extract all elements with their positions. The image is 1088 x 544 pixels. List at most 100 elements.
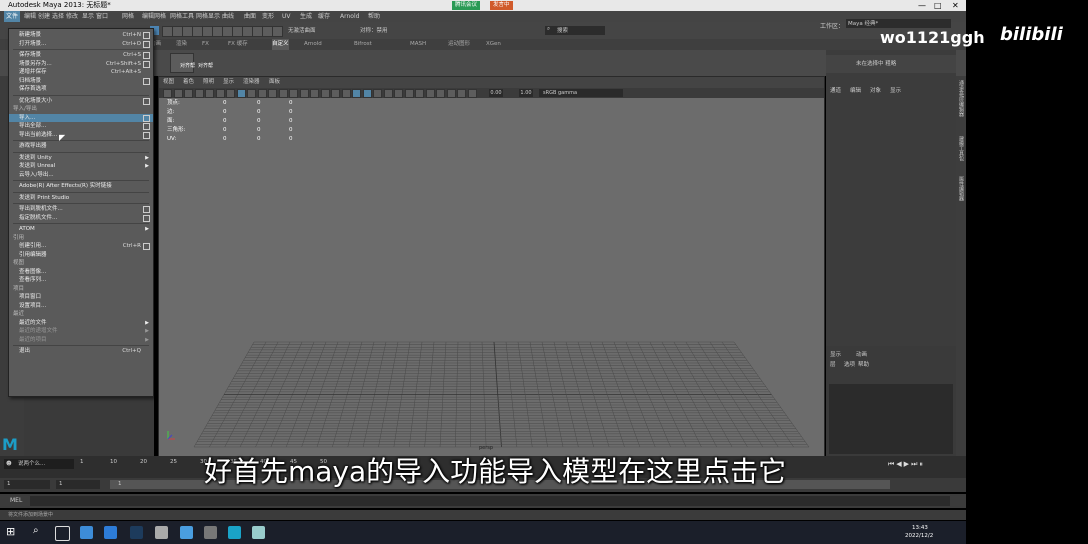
viewport-tool-icon[interactable] [205,89,214,98]
channel-tab-2[interactable]: 对象 [870,86,881,96]
viewport-tool-icon[interactable] [467,89,477,98]
channel-tab-3[interactable]: 显示 [890,86,901,96]
file-menu-item[interactable]: 保存场景 Ctrl+S [9,51,153,59]
taskbar-app-icon-5[interactable] [204,526,217,539]
viewport-tool-icon[interactable] [247,89,256,98]
viewport-tool-icon[interactable] [425,89,435,98]
layer-menu-1[interactable]: 选项 [844,360,855,368]
menu-4[interactable]: 修改 [66,11,78,22]
viewport-menu-3[interactable]: 显示 [223,77,234,88]
viewport-menu-5[interactable]: 面板 [269,77,280,88]
file-menu-item[interactable]: 设置项目... [9,302,153,310]
viewport-tool-icon[interactable] [173,89,183,98]
file-menu-item[interactable]: 查看图像... [9,268,153,276]
colorspace-dropdown[interactable]: sRGB gamma [539,89,623,97]
file-menu-item[interactable]: 归档场景 [9,77,153,85]
file-menu-item[interactable]: 云导入/导出... [9,171,153,179]
option-box-icon[interactable] [143,32,150,39]
taskbar-app-icon-4[interactable] [180,526,193,539]
viewport-tool-icon[interactable] [320,89,330,98]
viewport-tool-icon[interactable] [404,89,414,98]
search-field[interactable]: ⌕ 搜索 [545,26,605,35]
viewport-menu-1[interactable]: 着色 [183,77,194,88]
menu-1[interactable]: 编辑 [24,11,36,22]
file-menu-item[interactable]: 打开场景... Ctrl+O [9,40,153,48]
file-menu-item[interactable]: 递增并保存 Ctrl+Alt+S [9,68,153,76]
layer-menu-0[interactable]: 层 [830,360,836,368]
file-menu-item[interactable]: 创建引用... Ctrl+R [9,242,153,250]
menu-7[interactable]: 网格 [122,11,134,22]
menu-14[interactable]: UV [282,11,291,22]
steam-icon[interactable] [130,526,143,539]
option-box-icon[interactable] [143,52,150,59]
close-icon[interactable]: ✕ [952,0,959,11]
chat-search-box[interactable]: ☻ 说两个么... [4,459,74,469]
layer-list[interactable] [829,384,953,454]
file-menu-item[interactable]: 最近的项目 ▶ [9,336,153,344]
menu-17[interactable]: Arnold [340,11,359,22]
option-box-icon[interactable] [143,123,150,130]
menu-13[interactable]: 变形 [262,11,274,22]
viewport-panel[interactable]: 视图 着色 照明 显示 渲染器 面板 0.00 1.00 sRGB gamma 顶点: 0 0… [158,76,825,458]
viewport-tool-icon[interactable] [352,89,361,98]
menu-8[interactable]: 编辑网格 [142,11,166,22]
layer-tab-1[interactable]: 动画 [856,350,867,358]
viewport-tool-icon[interactable] [215,89,225,98]
file-menu-item[interactable]: 退出 Ctrl+Q [9,347,153,355]
viewport-tool-icon[interactable] [257,89,267,98]
option-box-icon[interactable] [143,206,150,213]
file-menu-item[interactable]: 游戏导出器 [9,142,153,150]
option-box-icon[interactable] [143,214,150,222]
minimize-icon[interactable]: — [918,0,926,11]
viewport-tool-icon[interactable] [362,89,372,98]
menu-9[interactable]: 网格工具 [170,11,194,22]
side-tab-2[interactable]: 属性编辑器 [957,176,965,201]
file-menu-item[interactable]: 场景另存为... Ctrl+Shift+S [9,60,153,68]
file-menu-item[interactable]: ATOM ▶ [9,225,153,233]
menu-16[interactable]: 缓存 [318,11,330,22]
file-menu-item[interactable]: 导入... [9,113,153,122]
viewport-tool-icon[interactable] [331,89,340,98]
shelf-tab-6[interactable]: Bifrost [354,39,372,50]
viewport-tool-icon[interactable] [194,89,204,98]
file-menu-item[interactable]: 导出到脱机文件... [9,205,153,213]
channel-tab-1[interactable]: 编辑 [850,86,861,96]
viewport-menu-0[interactable]: 视图 [163,77,174,88]
taskbar-app-icon-2[interactable] [104,526,117,539]
shelf-tab-4[interactable]: 自定义 [272,39,289,50]
menu-0[interactable]: 文件 [4,11,21,22]
option-box-icon[interactable] [143,131,150,139]
file-menu-item[interactable]: 发送到 Unity ▶ [9,154,153,162]
menu-18[interactable]: 帮助 [368,11,380,22]
shelf-tab-5[interactable]: Arnold [304,39,322,50]
side-tab-1[interactable]: 建模工具包 [957,136,965,161]
symmetry-label[interactable]: 对称：禁用 [360,26,388,34]
viewport-tool-icon[interactable] [299,89,309,98]
viewport-tool-icon[interactable] [226,89,235,98]
option-box-icon[interactable] [143,97,150,105]
file-menu-item[interactable]: Adobe(R) After Effects(R) 实时链接 [9,182,153,190]
viewport-tool-icon[interactable] [289,89,298,98]
taskbar-app-icon-6[interactable] [252,526,265,539]
option-box-icon[interactable] [143,77,150,85]
shelf-tab-7[interactable]: MASH [410,39,426,50]
shelf-tab-2[interactable]: FX [202,39,209,50]
file-menu-item[interactable]: 最近的文件 ▶ [9,319,153,327]
option-box-icon[interactable] [143,60,150,68]
viewport-tool-icon[interactable] [436,89,445,98]
menu-3[interactable]: 选择 [52,11,64,22]
exposure-field[interactable]: 0.00 [489,89,503,97]
viewport-tool-icon[interactable] [163,89,172,98]
playback-controls[interactable]: ⏮◀▶⏭⏸ [888,460,966,470]
viewport-tool-icon[interactable] [236,89,246,98]
maya-taskbar-icon[interactable] [228,526,241,539]
file-menu-item[interactable]: 发送到 Unreal ▶ [9,162,153,170]
status-tool-icon[interactable] [272,26,283,37]
file-menu-item[interactable]: 优化场景大小 [9,97,153,105]
option-box-icon[interactable] [143,243,150,250]
viewport-tool-icon[interactable] [310,89,319,98]
viewport-tool-icon[interactable] [268,89,277,98]
file-menu-item[interactable]: 指定脱机文件... [9,214,153,222]
range-start-field[interactable]: 1 [4,480,50,489]
file-menu-item[interactable]: 最近的递增文件 ▶ [9,327,153,335]
